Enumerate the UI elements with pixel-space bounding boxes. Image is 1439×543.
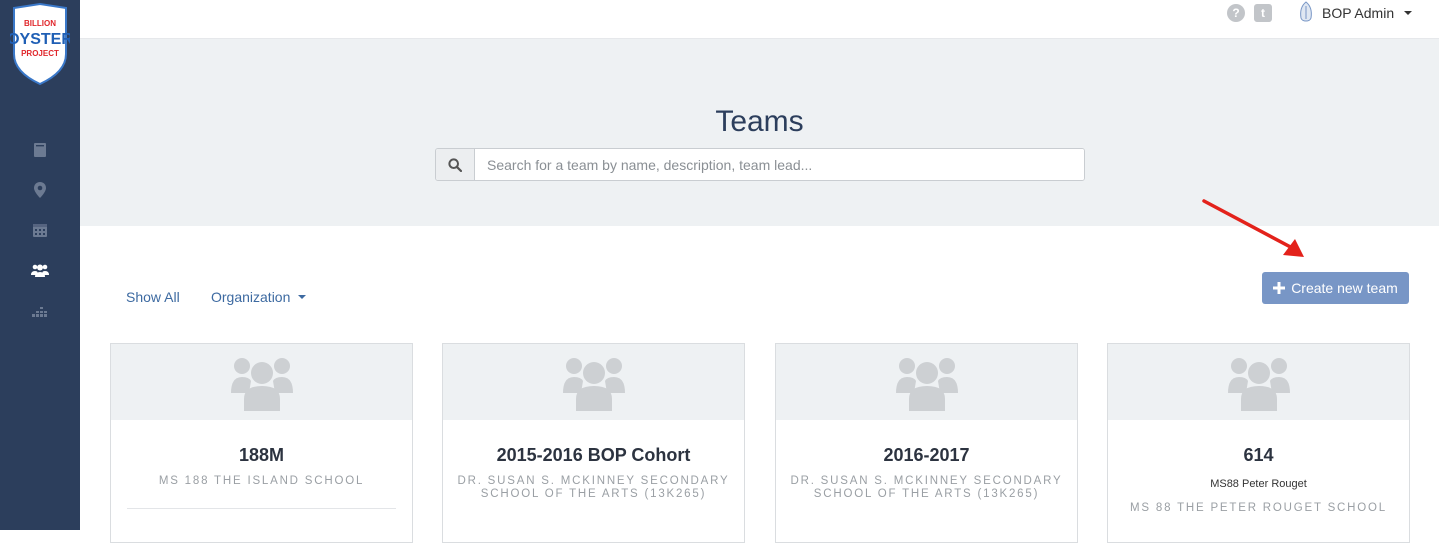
svg-text:PROJECT: PROJECT [21, 49, 59, 58]
create-new-team-label: Create new team [1291, 280, 1398, 296]
team-card-header [776, 344, 1077, 420]
organization-label: Organization [211, 289, 291, 305]
sidebar: BILLION OYSTER PROJECT [0, 0, 80, 530]
show-all-label: Show All [126, 289, 180, 305]
organization-filter[interactable]: Organization [211, 289, 307, 305]
team-card-header [443, 344, 744, 420]
team-name: 2016-2017 [883, 445, 970, 465]
team-organization: DR. SUSAN S. MCKINNEY SECONDARY SCHOOL O… [790, 475, 1063, 500]
svg-text:OYSTER: OYSTER [10, 31, 70, 48]
map-marker-icon [34, 182, 46, 198]
team-name: 614 [1243, 445, 1274, 465]
team-lead: MS88 Peter Rouget [1210, 478, 1307, 490]
sidebar-item-sites[interactable] [30, 180, 50, 200]
team-organization: DR. SUSAN S. MCKINNEY SECONDARY SCHOOL O… [457, 475, 730, 500]
search-input[interactable] [475, 149, 1084, 180]
team-card[interactable]: 614 MS88 Peter Rouget MS 88 THE PETER RO… [1107, 343, 1410, 543]
avatar [1300, 1, 1312, 22]
chevron-down-icon [1404, 11, 1413, 15]
team-organization: MS 88 THE PETER ROUGET SCHOOL [1130, 502, 1387, 514]
team-placeholder-icon [1227, 358, 1290, 411]
chevron-down-icon [298, 295, 307, 299]
users-icon [31, 264, 49, 277]
card-divider [127, 508, 396, 509]
create-new-team-button[interactable]: Create new team [1262, 272, 1409, 304]
search-bar [435, 148, 1085, 181]
book-icon [34, 143, 46, 157]
team-card[interactable]: 188M MS 188 THE ISLAND SCHOOL [110, 343, 413, 543]
billion-oyster-project-logo[interactable]: BILLION OYSTER PROJECT [7, 2, 73, 86]
search-icon[interactable] [436, 149, 475, 180]
user-menu[interactable]: BOP Admin [1298, 0, 1413, 26]
sidebar-item-resources[interactable] [30, 140, 50, 160]
plus-icon [1273, 282, 1286, 294]
sidebar-item-teams[interactable] [30, 260, 50, 280]
tumblr-icon[interactable]: t [1254, 4, 1272, 22]
sidebar-item-metrics[interactable] [30, 300, 50, 320]
user-name: BOP Admin [1322, 5, 1395, 21]
team-card-header [1108, 344, 1409, 420]
team-placeholder-icon [230, 358, 293, 411]
sidebar-item-events[interactable] [30, 220, 50, 240]
annotation-arrow [1202, 199, 1304, 257]
team-name: 2015-2016 BOP Cohort [496, 445, 691, 465]
team-organization: MS 188 THE ISLAND SCHOOL [158, 475, 365, 487]
page-title: Teams [715, 105, 804, 138]
svg-text:BILLION: BILLION [24, 19, 56, 28]
top-bar: ? t BOP Admin [80, 0, 1439, 39]
team-card[interactable]: 2015-2016 BOP Cohort DR. SUSAN S. MCKINN… [442, 343, 745, 543]
calendar-icon [33, 224, 47, 237]
team-name: 188M [238, 445, 285, 465]
show-all-filter[interactable]: Show All [126, 289, 180, 305]
team-card[interactable]: 2016-2017 DR. SUSAN S. MCKINNEY SECONDAR… [775, 343, 1078, 543]
team-placeholder-icon [562, 358, 625, 411]
team-placeholder-icon [895, 358, 958, 411]
team-card-header [111, 344, 412, 420]
chart-icon [32, 307, 47, 317]
question-icon[interactable]: ? [1227, 4, 1245, 22]
